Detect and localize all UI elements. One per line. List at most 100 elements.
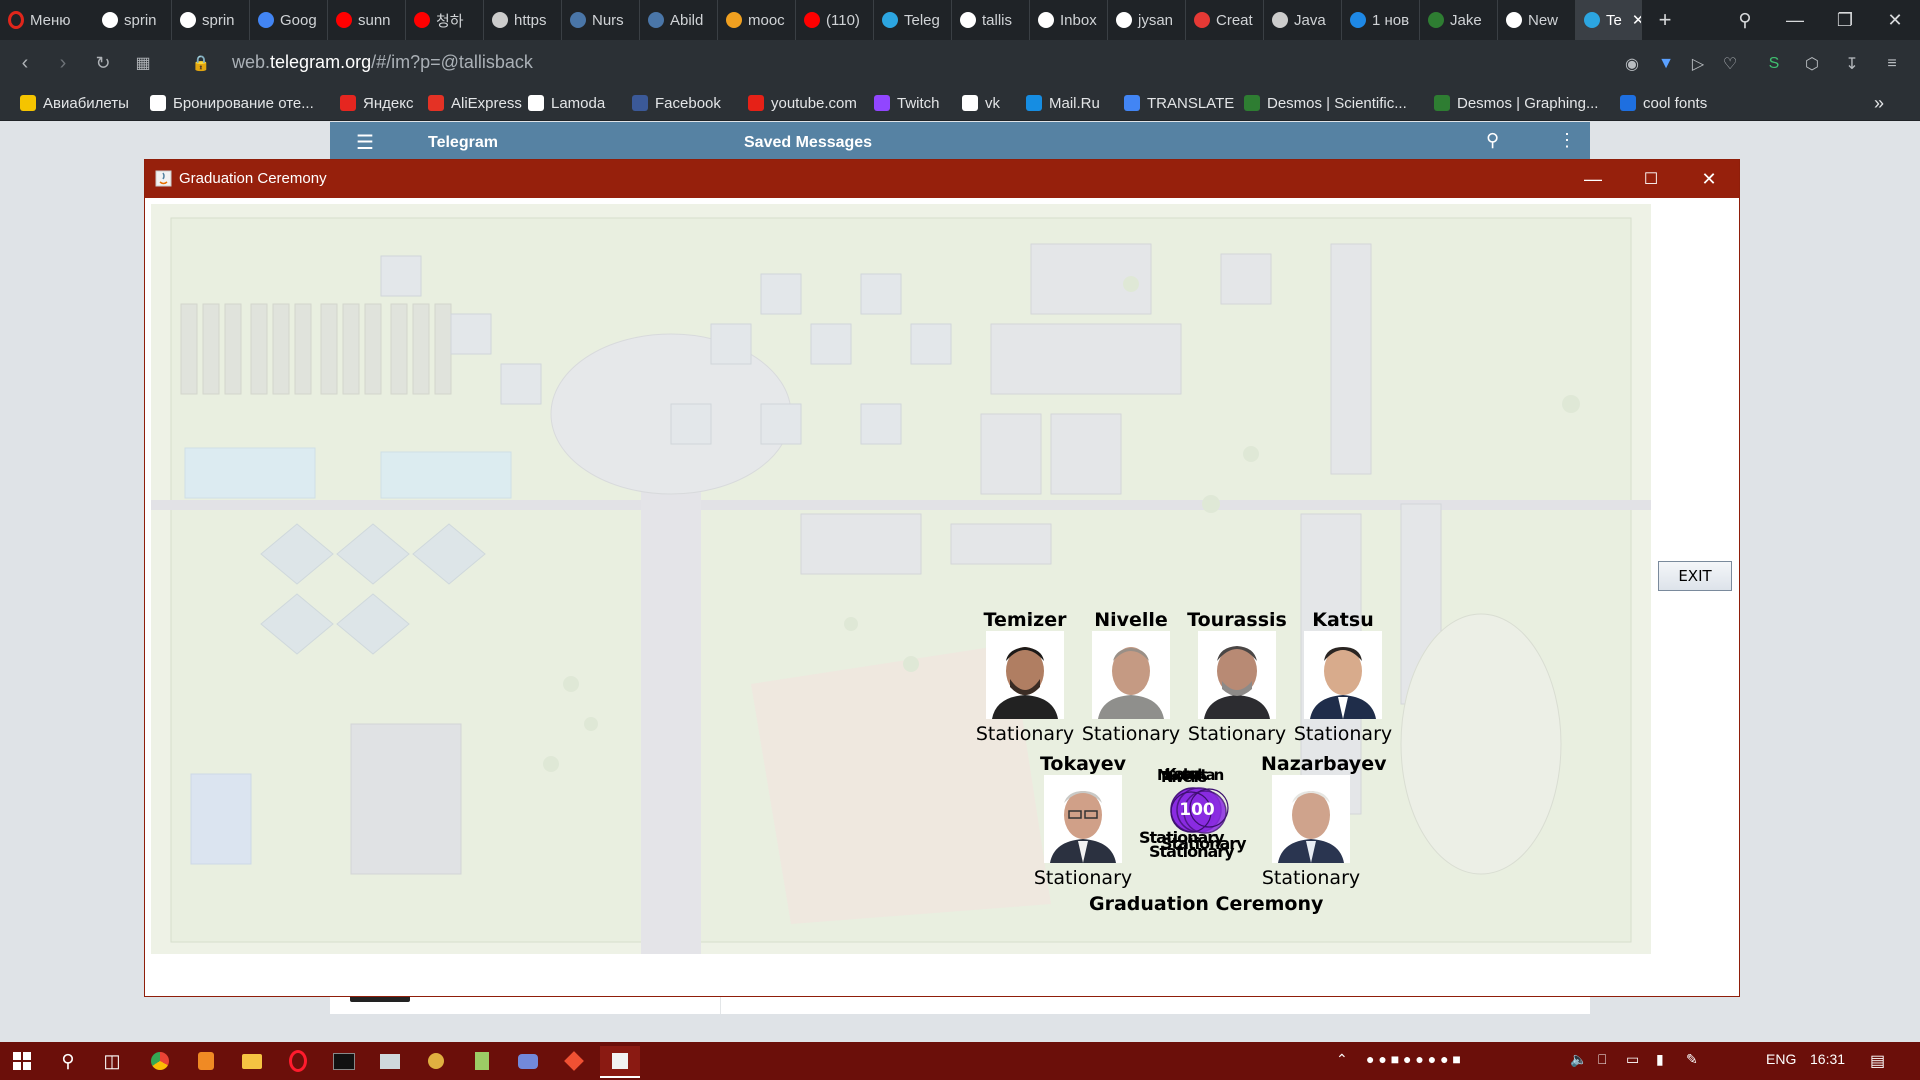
bookmark-item[interactable]: Desmos | Graphing... xyxy=(1434,93,1598,113)
browser-tab[interactable]: sprin xyxy=(94,0,172,40)
battery-icon[interactable]: ▮ xyxy=(1656,1051,1664,1068)
opera-icon[interactable] xyxy=(278,1046,318,1076)
camera-icon[interactable]: ◉ xyxy=(1620,52,1644,76)
chat-title[interactable]: Saved Messages xyxy=(744,134,872,152)
volume-icon[interactable]: 🔈 xyxy=(1570,1051,1587,1068)
task-view-icon[interactable]: ◫ xyxy=(92,1046,132,1076)
url-path: /#/im?p=@tallisback xyxy=(371,52,533,72)
restore-button[interactable]: ❐ xyxy=(1820,0,1870,40)
send-icon[interactable]: ▷ xyxy=(1686,52,1710,76)
file-explorer-icon[interactable] xyxy=(232,1046,272,1076)
photos-icon[interactable] xyxy=(370,1046,410,1076)
bookmark-label: TRANSLATE xyxy=(1147,94,1235,112)
window-minimize-button[interactable]: — xyxy=(1565,160,1621,198)
network-icon[interactable]: ⎕ xyxy=(1598,1051,1606,1068)
person-nazarbayev[interactable]: Nazarbayev Stationary xyxy=(1261,753,1386,889)
java-app-taskbar-icon[interactable] xyxy=(600,1046,640,1078)
more-options-icon[interactable]: ⋮ xyxy=(1558,130,1576,151)
forward-button[interactable]: › xyxy=(48,48,78,78)
person-katsu[interactable]: Katsu Stationary xyxy=(1293,609,1393,745)
heart-icon[interactable]: ♡ xyxy=(1718,52,1742,76)
browser-tab[interactable]: Inbox xyxy=(1030,0,1108,40)
browser-tab[interactable]: sunn xyxy=(328,0,406,40)
minimize-button[interactable]: — xyxy=(1770,0,1820,40)
bookmark-item[interactable]: Авиабилеты xyxy=(20,93,129,113)
terminal-icon[interactable] xyxy=(324,1046,364,1076)
browser-tab[interactable]: sprin xyxy=(172,0,250,40)
browser-tab[interactable]: Abild xyxy=(640,0,718,40)
bookmark-item[interactable]: Яндекс xyxy=(340,93,413,113)
window-close-button[interactable]: ✕ xyxy=(1681,160,1737,198)
search-icon[interactable]: ⚲ xyxy=(1486,130,1499,151)
back-button[interactable]: ‹ xyxy=(10,48,40,78)
browser-tab[interactable]: Nurs xyxy=(562,0,640,40)
person-tourassis[interactable]: Tourassis Stationary xyxy=(1187,609,1287,745)
bookmark-item[interactable]: AliExpress xyxy=(428,93,522,113)
more-bookmarks-icon[interactable]: » xyxy=(1874,93,1884,113)
bookmark-item[interactable]: youtube.com xyxy=(748,93,857,113)
sublime-icon[interactable] xyxy=(186,1046,226,1076)
extension-s-icon[interactable]: S xyxy=(1762,52,1786,76)
tray-chevron-icon[interactable]: ⌃ xyxy=(1336,1051,1348,1068)
browser-tab[interactable]: Jake xyxy=(1420,0,1498,40)
notepad-icon[interactable] xyxy=(462,1046,502,1076)
bookmark-item[interactable]: Desmos | Scientific... xyxy=(1244,93,1407,113)
bookmark-item[interactable]: Mail.Ru xyxy=(1026,93,1100,113)
url-field[interactable]: web.telegram.org/#/im?p=@tallisback xyxy=(232,52,533,73)
reload-icon[interactable]: ↻ xyxy=(88,48,118,78)
browser-tab[interactable]: New xyxy=(1498,0,1576,40)
browser-tab[interactable]: (110) xyxy=(796,0,874,40)
git-icon[interactable] xyxy=(554,1046,594,1076)
display-icon[interactable]: ▭ xyxy=(1626,1051,1639,1068)
bookmark-favicon-icon xyxy=(1026,95,1042,111)
browser-tab[interactable]: jysan xyxy=(1108,0,1186,40)
bookmark-item[interactable]: vk xyxy=(962,93,1000,113)
opera-menu-button[interactable]: Меню xyxy=(0,0,92,40)
discord-icon[interactable] xyxy=(508,1046,548,1076)
browser-tab[interactable]: 1 нов xyxy=(1342,0,1420,40)
bookmark-favicon-icon xyxy=(1620,95,1636,111)
chrome-icon[interactable] xyxy=(140,1046,180,1076)
portrait-temizer xyxy=(986,631,1064,719)
window-titlebar[interactable]: Graduation Ceremony — ☐ ✕ xyxy=(145,160,1739,198)
browser-tab[interactable]: mooc xyxy=(718,0,796,40)
pen-icon[interactable]: ✎ xyxy=(1686,1051,1698,1068)
browser-tab[interactable]: https xyxy=(484,0,562,40)
notifications-icon[interactable]: ▤ xyxy=(1870,1051,1885,1071)
hamburger-menu-icon[interactable]: ☰ xyxy=(356,130,374,155)
exit-button[interactable]: EXIT xyxy=(1658,561,1732,591)
tray-app-icons[interactable]: ● ● ■ ● ● ● ● ■ xyxy=(1366,1051,1461,1067)
bookmark-item[interactable]: Facebook xyxy=(632,93,721,113)
new-tab-button[interactable]: + xyxy=(1640,0,1690,40)
language-indicator[interactable]: ENG xyxy=(1766,1051,1796,1067)
easy-setup-icon[interactable]: ≡ xyxy=(1880,52,1904,76)
browser-tab[interactable]: tallis xyxy=(952,0,1030,40)
person-tokayev[interactable]: Tokayev Stationary xyxy=(1033,753,1133,889)
app-icon[interactable] xyxy=(416,1046,456,1076)
download-icon[interactable]: ↧ xyxy=(1840,52,1864,76)
browser-tab[interactable]: 청하 xyxy=(406,0,484,40)
browser-tab[interactable]: Creat xyxy=(1186,0,1264,40)
bookmark-item[interactable]: TRANSLATE xyxy=(1124,93,1234,113)
windows-start-icon[interactable] xyxy=(2,1046,42,1076)
vpn-shield-icon[interactable]: ▼ xyxy=(1654,52,1678,76)
bookmark-item[interactable]: Lamoda xyxy=(528,93,605,113)
search-tabs-icon[interactable]: ⚲ xyxy=(1720,0,1770,40)
cube-icon[interactable]: ⬡ xyxy=(1800,52,1824,76)
search-icon[interactable]: ⚲ xyxy=(48,1046,88,1076)
browser-tab[interactable]: Te✕ xyxy=(1576,0,1642,40)
close-browser-button[interactable]: ✕ xyxy=(1870,0,1920,40)
bookmark-favicon-icon xyxy=(632,95,648,111)
bookmark-item[interactable]: cool fonts xyxy=(1620,93,1707,113)
overlapping-graduates-cluster[interactable]: Nursultan Nivelle Katsu 100 Stationary Sta… xyxy=(1139,765,1249,861)
bookmark-item[interactable]: Twitch xyxy=(874,93,940,113)
browser-tab[interactable]: Java xyxy=(1264,0,1342,40)
browser-tab[interactable]: Goog xyxy=(250,0,328,40)
speed-dial-icon[interactable]: ▦ xyxy=(128,48,158,78)
browser-tab[interactable]: Teleg xyxy=(874,0,952,40)
clock[interactable]: 16:31 xyxy=(1810,1051,1845,1067)
person-temizer[interactable]: Temizer Stationary xyxy=(975,609,1075,745)
person-nivelle[interactable]: Nivelle Stationary xyxy=(1081,609,1181,745)
bookmark-item[interactable]: Бронирование оте... xyxy=(150,93,314,113)
window-maximize-button[interactable]: ☐ xyxy=(1623,160,1679,198)
